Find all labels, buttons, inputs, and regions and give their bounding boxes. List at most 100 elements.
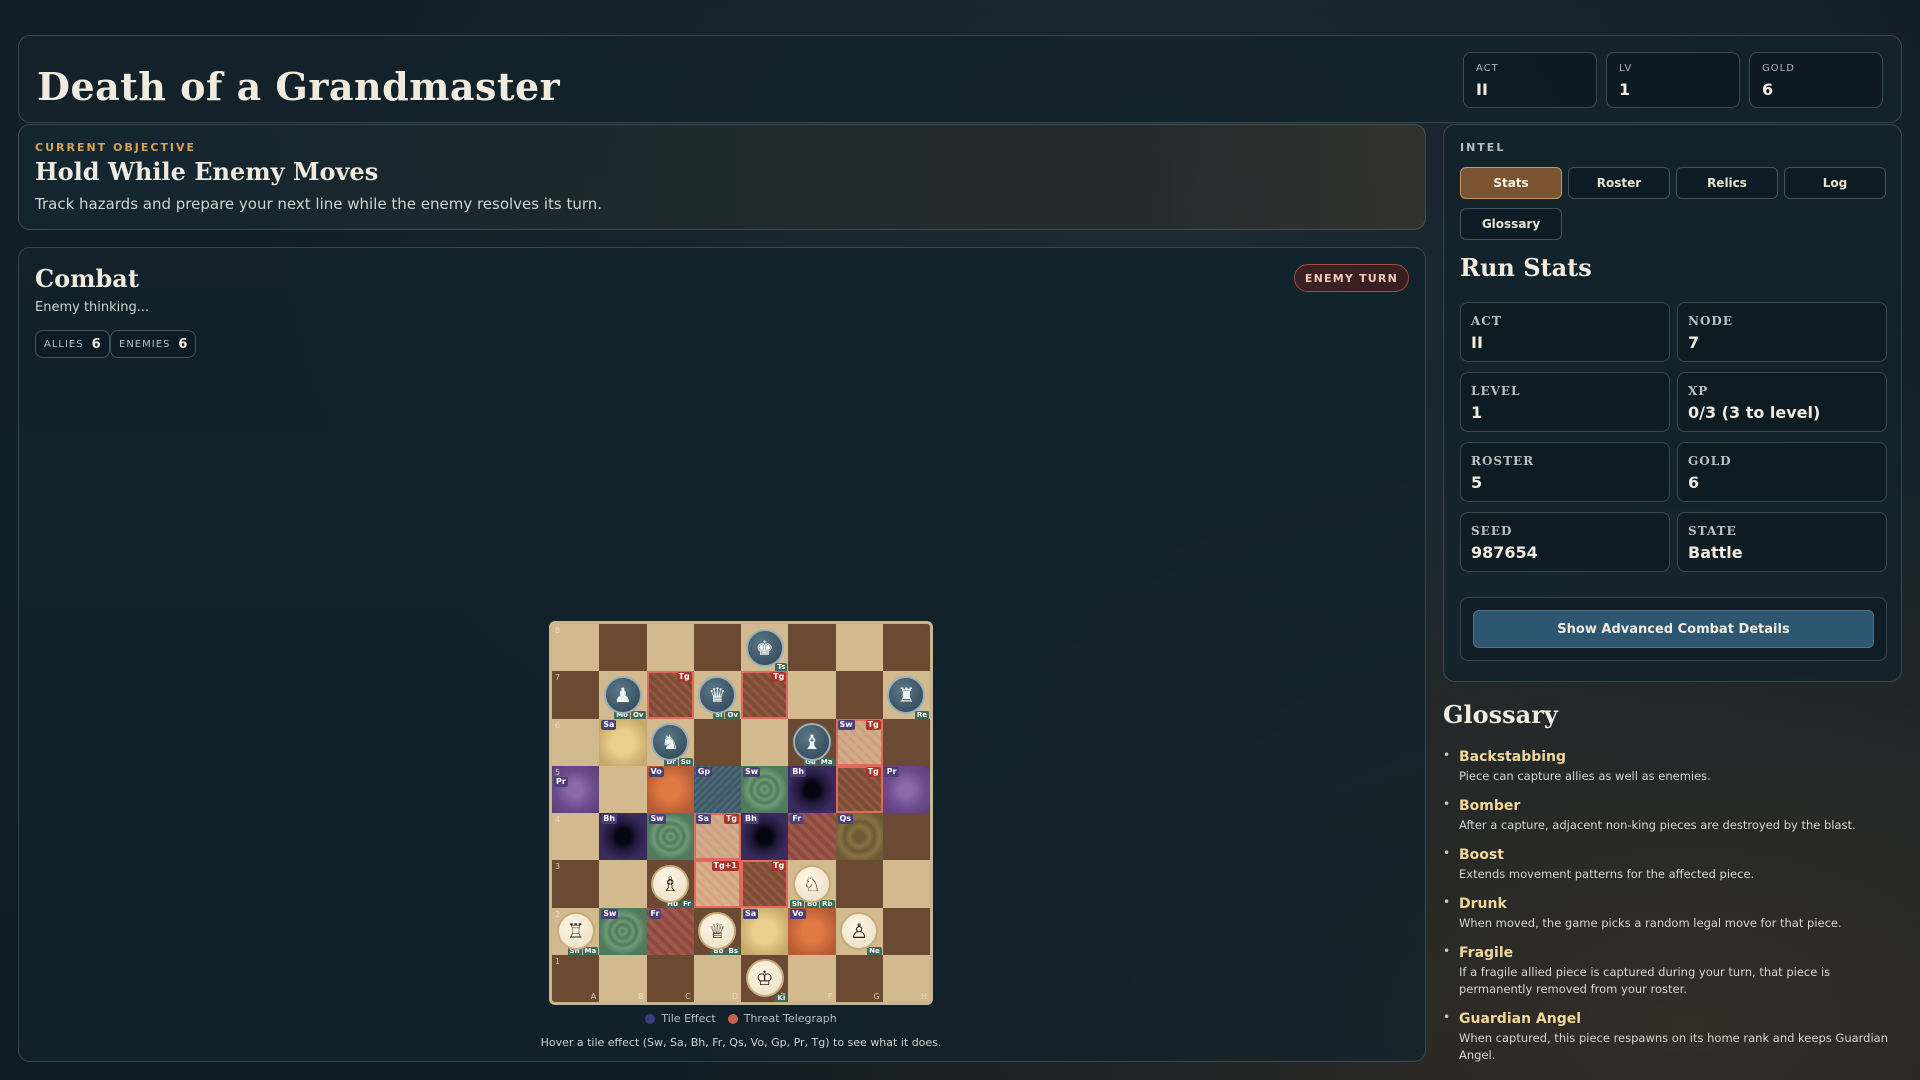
board-square-d4[interactable]: Sa Tg <box>693 813 741 861</box>
board-square-e8[interactable]: Ts ♚ <box>741 624 789 673</box>
board-square-h5[interactable]: Pr <box>882 765 930 813</box>
board-square-b2[interactable]: Sw <box>599 907 647 955</box>
ally-queen-piece[interactable]: ♕ <box>698 912 737 951</box>
board-square-a5[interactable]: 5 Pr <box>552 765 600 813</box>
board-square-b1[interactable]: B <box>599 954 647 1002</box>
board-square-a3[interactable]: 3 <box>552 860 600 908</box>
tile-effect-tag[interactable]: Pr <box>554 776 568 787</box>
board-square-h8[interactable] <box>882 624 930 672</box>
board-square-e6[interactable] <box>741 718 789 766</box>
board-square-a4[interactable]: 4 <box>552 813 600 861</box>
threat-telegraph-tag[interactable]: Tg <box>676 672 692 683</box>
board-square-d7[interactable]: Sl Ov ♛ <box>693 671 741 720</box>
board-square-a1[interactable]: 1A <box>552 954 600 1002</box>
tile-effect-tag[interactable]: Qs <box>837 814 854 824</box>
board-square-b5[interactable] <box>599 765 647 813</box>
threat-telegraph-tag[interactable]: Tg <box>865 766 881 777</box>
board-square-c5[interactable]: Vo <box>646 765 694 813</box>
board-square-g6[interactable]: Sw Tg <box>835 718 883 766</box>
board-square-a7[interactable]: 7 <box>552 671 600 719</box>
ally-knight-piece[interactable]: ♘ <box>792 864 831 903</box>
tile-effect-tag[interactable]: Sw <box>837 719 855 730</box>
board-square-g2[interactable]: Ne ♙ <box>835 907 883 956</box>
board-square-f6[interactable]: Gu Ma ♝ <box>788 718 836 767</box>
tile-effect-tag[interactable]: Fr <box>648 908 662 919</box>
show-advanced-combat-details-button[interactable]: Show Advanced Combat Details <box>1473 610 1874 648</box>
board-square-e4[interactable]: Bh <box>741 813 789 861</box>
board-square-h4[interactable] <box>882 813 930 861</box>
ally-bishop-piece[interactable]: ♗ <box>651 864 690 903</box>
tile-effect-tag[interactable]: Bh <box>743 814 759 824</box>
board-square-d1[interactable]: D <box>693 954 741 1002</box>
board-square-h6[interactable] <box>882 718 930 766</box>
board-square-d3[interactable]: Tg+1 <box>693 860 741 908</box>
threat-telegraph-tag[interactable]: Tg+1 <box>711 861 739 872</box>
tile-effect-tag[interactable]: Gp <box>695 766 713 777</box>
board-square-h7[interactable]: Re ♜ <box>882 671 930 720</box>
ally-pawn-piece[interactable]: ♙ <box>840 912 879 951</box>
tile-effect-tag[interactable]: Pr <box>884 766 899 777</box>
board-square-g8[interactable] <box>835 624 883 672</box>
enemy-pawn-piece[interactable]: ♟ <box>603 675 642 714</box>
board-square-c8[interactable] <box>646 624 694 672</box>
tile-effect-tag[interactable]: Sw <box>743 766 761 777</box>
tab-roster[interactable]: Roster <box>1568 167 1670 199</box>
tile-effect-tag[interactable]: Bh <box>601 814 618 824</box>
enemy-king-piece[interactable]: ♚ <box>745 628 784 667</box>
tab-stats[interactable]: Stats <box>1460 167 1562 199</box>
board-square-d8[interactable] <box>693 624 741 672</box>
board-square-h1[interactable]: H <box>882 954 930 1002</box>
board-square-e1[interactable]: EKi♔ <box>741 954 789 1002</box>
board-square-b8[interactable] <box>599 624 647 672</box>
tab-glossary[interactable]: Glossary <box>1460 208 1562 240</box>
board-square-d5[interactable]: Gp <box>693 765 741 813</box>
board-square-f2[interactable]: Vo <box>788 907 836 955</box>
tile-effect-tag[interactable]: Vo <box>790 908 806 919</box>
tile-effect-tag[interactable]: Sw <box>648 814 666 824</box>
tile-effect-tag[interactable]: Sa <box>601 719 617 730</box>
board-square-e5[interactable]: Sw <box>741 765 789 813</box>
board-square-c2[interactable]: Fr <box>646 907 694 955</box>
tile-effect-tag[interactable]: Bh <box>790 766 807 777</box>
tile-effect-tag[interactable]: Sw <box>601 908 619 919</box>
threat-telegraph-tag[interactable]: Tg <box>771 861 787 872</box>
board-square-f7[interactable] <box>788 671 836 719</box>
enemy-queen-piece[interactable]: ♛ <box>698 675 737 714</box>
tile-effect-tag[interactable]: Vo <box>648 766 664 777</box>
board-square-g1[interactable]: G <box>835 954 883 1002</box>
board-square-a2[interactable]: 2 Sh Ma ♖ <box>552 907 600 956</box>
board-square-f8[interactable] <box>788 624 836 672</box>
enemy-bishop-piece[interactable]: ♝ <box>792 723 831 762</box>
enemy-knight-piece[interactable]: ♞ <box>651 723 690 762</box>
board-square-e7[interactable]: Tg <box>741 671 789 719</box>
board-square-c7[interactable]: Tg <box>646 671 694 719</box>
board-square-c6[interactable]: Dr Su ♞ <box>646 718 694 767</box>
tab-relics[interactable]: Relics <box>1676 167 1778 199</box>
board-square-c4[interactable]: Sw <box>646 813 694 861</box>
board-square-c1[interactable]: C <box>646 954 694 1002</box>
board-square-b7[interactable]: Mo Ov ♟ <box>599 671 647 720</box>
board-square-g3[interactable] <box>835 860 883 908</box>
tile-effect-tag[interactable]: Fr <box>790 814 804 824</box>
enemy-rook-piece[interactable]: ♜ <box>887 675 926 714</box>
threat-telegraph-tag[interactable]: Tg <box>723 814 739 824</box>
board-square-a8[interactable]: 8 <box>552 624 600 672</box>
tile-effect-tag[interactable]: Sa <box>743 908 759 919</box>
board-square-e3[interactable]: Tg <box>741 860 789 908</box>
threat-telegraph-tag[interactable]: Tg <box>865 719 881 730</box>
board-square-g5[interactable]: Tg <box>835 765 883 813</box>
threat-telegraph-tag[interactable]: Tg <box>771 672 787 683</box>
board-square-g7[interactable] <box>835 671 883 719</box>
ally-rook-piece[interactable]: ♖ <box>556 912 595 951</box>
board-square-a6[interactable]: 6 <box>552 718 600 766</box>
board-square-d6[interactable] <box>693 718 741 766</box>
board-square-f1[interactable]: F <box>788 954 836 1002</box>
board-square-g4[interactable]: Qs <box>835 813 883 861</box>
board-square-b6[interactable]: Sa <box>599 718 647 766</box>
board-square-b3[interactable] <box>599 860 647 908</box>
board-square-f5[interactable]: Bh <box>788 765 836 813</box>
ally-king-piece[interactable]: ♔ <box>745 959 784 998</box>
board-square-b4[interactable]: Bh <box>599 813 647 861</box>
tile-effect-tag[interactable]: Sa <box>695 814 711 824</box>
board-square-d2[interactable]: Bo Bs ♕ <box>693 907 741 956</box>
